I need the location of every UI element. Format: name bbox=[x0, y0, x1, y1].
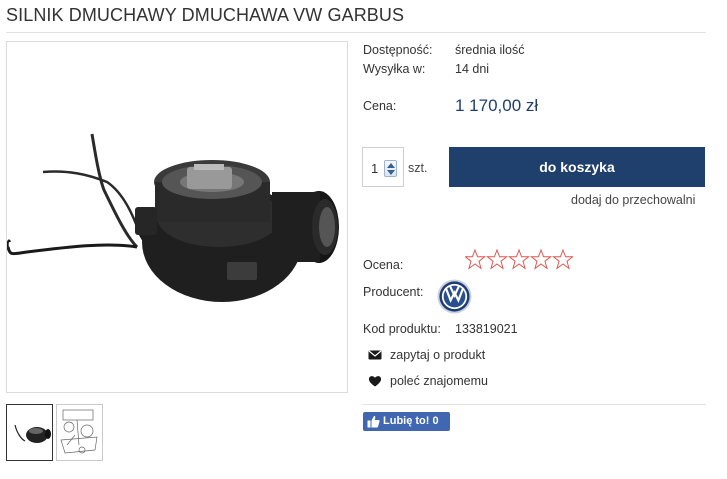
thumbs-up-icon bbox=[367, 415, 380, 428]
page-title: SILNIK DMUCHAWY DMUCHAWA VW GARBUS bbox=[6, 5, 405, 25]
product-main-image[interactable] bbox=[6, 41, 348, 393]
thumbnail-diagram[interactable] bbox=[56, 404, 103, 461]
star-icon bbox=[551, 249, 573, 270]
star-icon bbox=[465, 249, 487, 270]
vw-logo[interactable] bbox=[437, 279, 472, 314]
thumbnail-diagram-image bbox=[60, 409, 98, 454]
thumbnail-blower-image bbox=[14, 424, 51, 443]
price-value: 1 170,00 zł bbox=[455, 96, 539, 115]
star-icon bbox=[485, 249, 509, 270]
add-to-storage-link[interactable]: dodaj do przechowalni bbox=[571, 193, 695, 207]
envelope-icon bbox=[368, 350, 382, 360]
quantity-stepper[interactable]: 1 bbox=[362, 147, 404, 187]
price-label: Cena: bbox=[363, 99, 397, 113]
star-icon bbox=[507, 249, 531, 270]
rating-stars[interactable] bbox=[465, 249, 573, 271]
code-label: Kod produktu: bbox=[363, 322, 441, 336]
title-divider bbox=[6, 32, 706, 33]
add-to-cart-button[interactable]: do koszyka bbox=[449, 147, 705, 187]
quantity-spinner[interactable] bbox=[384, 160, 397, 177]
quantity-value: 1 bbox=[371, 161, 379, 176]
facebook-like-button[interactable]: Lubię to! 0 bbox=[363, 412, 450, 431]
arrow-down-icon[interactable] bbox=[387, 170, 395, 175]
ask-about-product-label: zapytaj o produkt bbox=[390, 348, 486, 362]
shipping-value: 14 dni bbox=[455, 62, 490, 76]
producer-label: Producent: bbox=[363, 285, 424, 299]
heart-icon bbox=[368, 376, 382, 387]
code-value: 133819021 bbox=[455, 322, 518, 336]
recommend-label: poleć znajomemu bbox=[390, 374, 488, 388]
availability-value: średnia ilość bbox=[455, 43, 525, 57]
section-divider bbox=[362, 404, 706, 405]
quantity-unit: szt. bbox=[408, 161, 428, 175]
availability-label: Dostępność: bbox=[363, 43, 433, 57]
facebook-like-label: Lubię to! 0 bbox=[383, 415, 439, 427]
shipping-label: Wysyłka w: bbox=[363, 62, 426, 76]
arrow-up-icon[interactable] bbox=[387, 163, 395, 168]
blower-motor-image bbox=[7, 133, 339, 302]
thumbnail-photo[interactable] bbox=[6, 404, 53, 461]
rating-label: Ocena: bbox=[363, 258, 404, 272]
star-icon bbox=[529, 249, 553, 270]
